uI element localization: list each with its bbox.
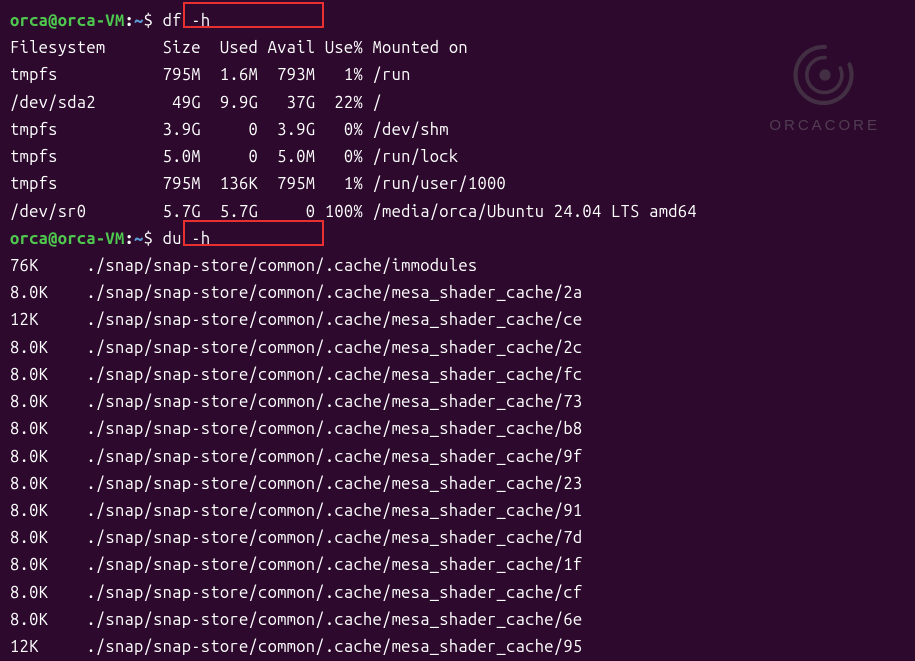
prompt-dollar: $ — [144, 12, 154, 30]
df-row: tmpfs 795M 136K 795M 1% /run/user/1000 — [10, 171, 905, 198]
df-row: tmpfs 795M 1.6M 793M 1% /run — [10, 62, 905, 89]
prompt-path: ~ — [134, 12, 144, 30]
du-row: 8.0K ./snap/snap-store/common/.cache/mes… — [10, 552, 905, 579]
command-df: df -h — [163, 12, 211, 30]
df-row: tmpfs 3.9G 0 3.9G 0% /dev/shm — [10, 117, 905, 144]
prompt-line-1: orca@orca-VM:~$ df -h — [10, 8, 905, 35]
du-row: 8.0K ./snap/snap-store/common/.cache/mes… — [10, 471, 905, 498]
prompt-separator: : — [124, 12, 134, 30]
du-row: 76K ./snap/snap-store/common/.cache/immo… — [10, 253, 905, 280]
prompt-user: orca@orca-VM — [10, 12, 124, 30]
du-row: 8.0K ./snap/snap-store/common/.cache/mes… — [10, 416, 905, 443]
du-row: 8.0K ./snap/snap-store/common/.cache/mes… — [10, 335, 905, 362]
df-row: tmpfs 5.0M 0 5.0M 0% /run/lock — [10, 144, 905, 171]
du-row: 8.0K ./snap/snap-store/common/.cache/mes… — [10, 444, 905, 471]
du-row: 8.0K ./snap/snap-store/common/.cache/mes… — [10, 498, 905, 525]
df-row: /dev/sda2 49G 9.9G 37G 22% / — [10, 90, 905, 117]
du-row: 12K ./snap/snap-store/common/.cache/mesa… — [10, 307, 905, 334]
du-row: 12K ./snap/snap-store/common/.cache/mesa… — [10, 634, 905, 661]
command-du: du -h — [163, 230, 211, 248]
df-row: /dev/sr0 5.7G 5.7G 0 100% /media/orca/Ub… — [10, 199, 905, 226]
prompt-line-2: orca@orca-VM:~$ du -h — [10, 226, 905, 253]
du-row: 8.0K ./snap/snap-store/common/.cache/mes… — [10, 580, 905, 607]
prompt-dollar: $ — [144, 230, 154, 248]
du-row: 8.0K ./snap/snap-store/common/.cache/mes… — [10, 607, 905, 634]
prompt-separator: : — [124, 230, 134, 248]
prompt-user: orca@orca-VM — [10, 230, 124, 248]
terminal-output[interactable]: orca@orca-VM:~$ df -h Filesystem Size Us… — [10, 8, 905, 661]
du-row: 8.0K ./snap/snap-store/common/.cache/mes… — [10, 525, 905, 552]
df-header: Filesystem Size Used Avail Use% Mounted … — [10, 35, 905, 62]
prompt-path: ~ — [134, 230, 144, 248]
du-row: 8.0K ./snap/snap-store/common/.cache/mes… — [10, 280, 905, 307]
du-row: 8.0K ./snap/snap-store/common/.cache/mes… — [10, 389, 905, 416]
du-row: 8.0K ./snap/snap-store/common/.cache/mes… — [10, 362, 905, 389]
